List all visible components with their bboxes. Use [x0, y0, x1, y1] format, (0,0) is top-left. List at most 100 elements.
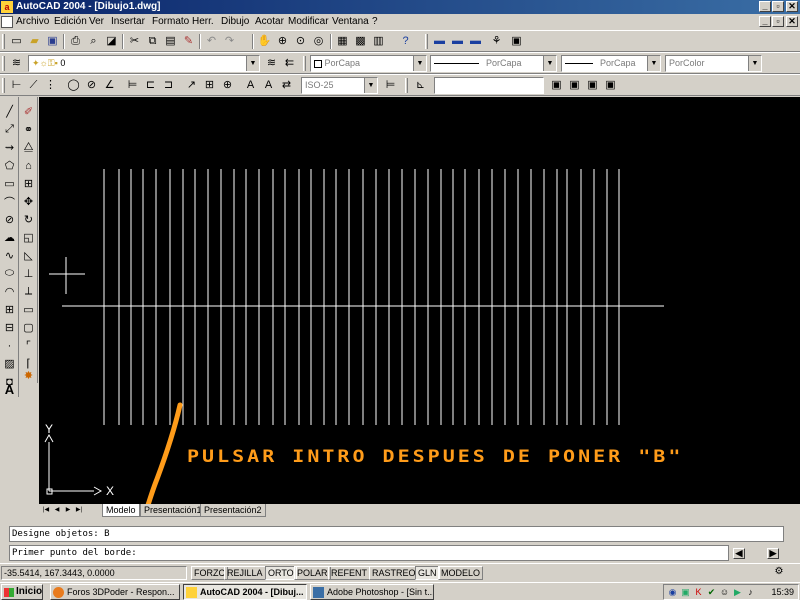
- autocad-icon[interactable]: a: [1, 1, 13, 13]
- linetype-dropdown[interactable]: PorCapa ▼: [430, 55, 557, 72]
- prev-tab-icon[interactable]: ◀: [52, 505, 62, 516]
- angular-dimension-icon[interactable]: ∠: [101, 77, 118, 94]
- plot-preview-icon[interactable]: ⌕: [85, 33, 102, 50]
- menu-acotar[interactable]: Acotar: [255, 16, 284, 27]
- rotate-icon[interactable]: ↻: [20, 211, 37, 228]
- save-icon[interactable]: ▣: [44, 33, 61, 50]
- web-browse-icon[interactable]: ▣: [508, 33, 525, 50]
- tray-security-icon[interactable]: ✔: [706, 587, 717, 598]
- circle-icon[interactable]: ⊘: [1, 211, 18, 228]
- dimension-update-icon[interactable]: ⇄: [278, 77, 295, 94]
- dimstyle-dropdown[interactable]: ISO-25 ▼: [301, 77, 378, 94]
- ucs-world-icon[interactable]: ▣: [566, 77, 583, 94]
- next-tab-icon[interactable]: ▶: [63, 505, 73, 516]
- redo-icon[interactable]: ↷: [221, 33, 238, 50]
- erase-icon[interactable]: ✐: [20, 103, 37, 120]
- drawing-area[interactable]: X Y PULSAR INTRO DESPUES DE PONER "B": [39, 97, 800, 517]
- toggle-forzc[interactable]: FORZC: [191, 566, 228, 580]
- first-tab-icon[interactable]: |◀: [41, 505, 51, 516]
- menu-modificar[interactable]: Modificar: [288, 16, 329, 27]
- baseline-dimension-icon[interactable]: ⊏: [142, 77, 159, 94]
- mirror-icon[interactable]: ⧋: [20, 139, 37, 156]
- ucs-face-icon[interactable]: ▣: [602, 77, 619, 94]
- arc-icon[interactable]: ⌒: [1, 193, 18, 210]
- tolerance-icon[interactable]: ⊞: [201, 77, 218, 94]
- hatch-icon[interactable]: ▨: [1, 355, 18, 372]
- rectangle-icon[interactable]: ▭: [1, 175, 18, 192]
- plot-icon[interactable]: ⎙: [67, 33, 84, 50]
- plotstyle-dropdown[interactable]: PorColor ▼: [665, 55, 762, 72]
- radius-dimension-icon[interactable]: ◯: [65, 77, 82, 94]
- ellipse-icon[interactable]: ⬭: [1, 265, 18, 282]
- ucs-object-icon[interactable]: ▣: [584, 77, 601, 94]
- array-icon[interactable]: ⊞: [20, 175, 37, 192]
- toggle-orto[interactable]: ORTO: [265, 566, 297, 580]
- layer-manager-icon[interactable]: ≋: [8, 55, 25, 72]
- dimension-text-edit-icon[interactable]: A: [260, 77, 277, 94]
- pan-icon[interactable]: ✋: [256, 33, 273, 50]
- aligned-dimension-icon[interactable]: ⟋: [25, 77, 42, 94]
- properties-icon[interactable]: ▦: [334, 33, 351, 50]
- toggle-polar[interactable]: POLAR: [294, 566, 331, 580]
- web-icon[interactable]: ⚘: [488, 33, 505, 50]
- new-icon[interactable]: ▭: [8, 33, 25, 50]
- tray-network-icon[interactable]: ◉: [667, 587, 678, 598]
- extend-icon[interactable]: ⟂: [20, 283, 37, 300]
- move-icon[interactable]: ✥: [20, 193, 37, 210]
- spline-icon[interactable]: ∿: [1, 247, 18, 264]
- tray-antivirus-icon[interactable]: K: [693, 587, 704, 598]
- quick-dimension-icon[interactable]: ⊨: [124, 77, 141, 94]
- explode-icon[interactable]: ✸: [20, 367, 37, 384]
- polygon-icon[interactable]: ⬠: [1, 157, 18, 174]
- zoom-realtime-icon[interactable]: ⊕: [274, 33, 291, 50]
- task-photoshop[interactable]: Adobe Photoshop - [Sin t...: [310, 584, 434, 600]
- continue-dimension-icon[interactable]: ⊐: [160, 77, 177, 94]
- ucs-previous-icon[interactable]: ▣: [548, 77, 565, 94]
- chamfer-icon[interactable]: ⌜: [20, 337, 37, 354]
- ucs-icon[interactable]: ⊾: [412, 77, 429, 94]
- tab-presentacion2[interactable]: Presentación2: [200, 504, 266, 517]
- tray-volume-icon[interactable]: ♪: [745, 587, 756, 598]
- tab-presentacion1[interactable]: Presentación1: [140, 504, 206, 517]
- open-icon[interactable]: ▰: [26, 33, 43, 50]
- offset-icon[interactable]: ⌂: [20, 157, 37, 174]
- paste-icon[interactable]: ▤: [162, 33, 179, 50]
- tool-palettes-icon[interactable]: ▥: [370, 33, 387, 50]
- linear-dimension-icon[interactable]: ⊢: [8, 77, 25, 94]
- menu-ver[interactable]: Ver: [89, 16, 104, 27]
- diameter-dimension-icon[interactable]: ⊘: [83, 77, 100, 94]
- restore-button[interactable]: ▫: [772, 1, 784, 12]
- scroll-right-icon[interactable]: ▶: [767, 548, 779, 559]
- ordinate-dimension-icon[interactable]: ⋮: [42, 77, 59, 94]
- close-button[interactable]: ✕: [786, 1, 798, 12]
- blank-dropdown[interactable]: [434, 77, 544, 94]
- document-icon[interactable]: [1, 16, 13, 28]
- communication-center-icon[interactable]: ⚙: [770, 566, 788, 580]
- make-block-icon[interactable]: ⊟: [1, 319, 18, 336]
- menu-formato[interactable]: Formato: [152, 16, 189, 27]
- doc-close-button[interactable]: ✕: [786, 16, 798, 27]
- task-foros-3dpoder[interactable]: Foros 3DPoder - Respon...: [50, 584, 180, 600]
- hyperlink-icon[interactable]: ▬: [467, 33, 484, 50]
- minimize-button[interactable]: _: [759, 1, 771, 12]
- help-icon[interactable]: ?: [397, 33, 414, 50]
- break-icon[interactable]: ▢: [20, 319, 37, 336]
- tray-play-icon[interactable]: ▶: [732, 587, 743, 598]
- toggle-gln[interactable]: GLN: [415, 566, 440, 580]
- insert-block-icon[interactable]: ⊞: [1, 301, 18, 318]
- start-button[interactable]: Inicio: [1, 584, 43, 600]
- scroll-left-icon[interactable]: ◀: [733, 548, 745, 559]
- zoom-previous-icon[interactable]: ◎: [310, 33, 327, 50]
- task-autocad[interactable]: AutoCAD 2004 - [Dibuj...: [183, 584, 307, 600]
- menu-edicion[interactable]: Edición: [54, 16, 87, 27]
- markup-icon[interactable]: ▬: [449, 33, 466, 50]
- last-tab-icon[interactable]: ▶|: [74, 505, 84, 516]
- toggle-rejilla[interactable]: REJILLA: [224, 566, 266, 580]
- cut-icon[interactable]: ✂: [126, 33, 143, 50]
- toggle-modelo[interactable]: MODELO: [438, 566, 484, 580]
- layer-dropdown[interactable]: ✦☼⚿▪ 0 ▼: [28, 55, 260, 72]
- dbconnect-icon[interactable]: ▬: [431, 33, 448, 50]
- menu-dibujo[interactable]: Dibujo: [221, 16, 249, 27]
- designcenter-icon[interactable]: ▩: [352, 33, 369, 50]
- menu-ventana[interactable]: Ventana: [332, 16, 369, 27]
